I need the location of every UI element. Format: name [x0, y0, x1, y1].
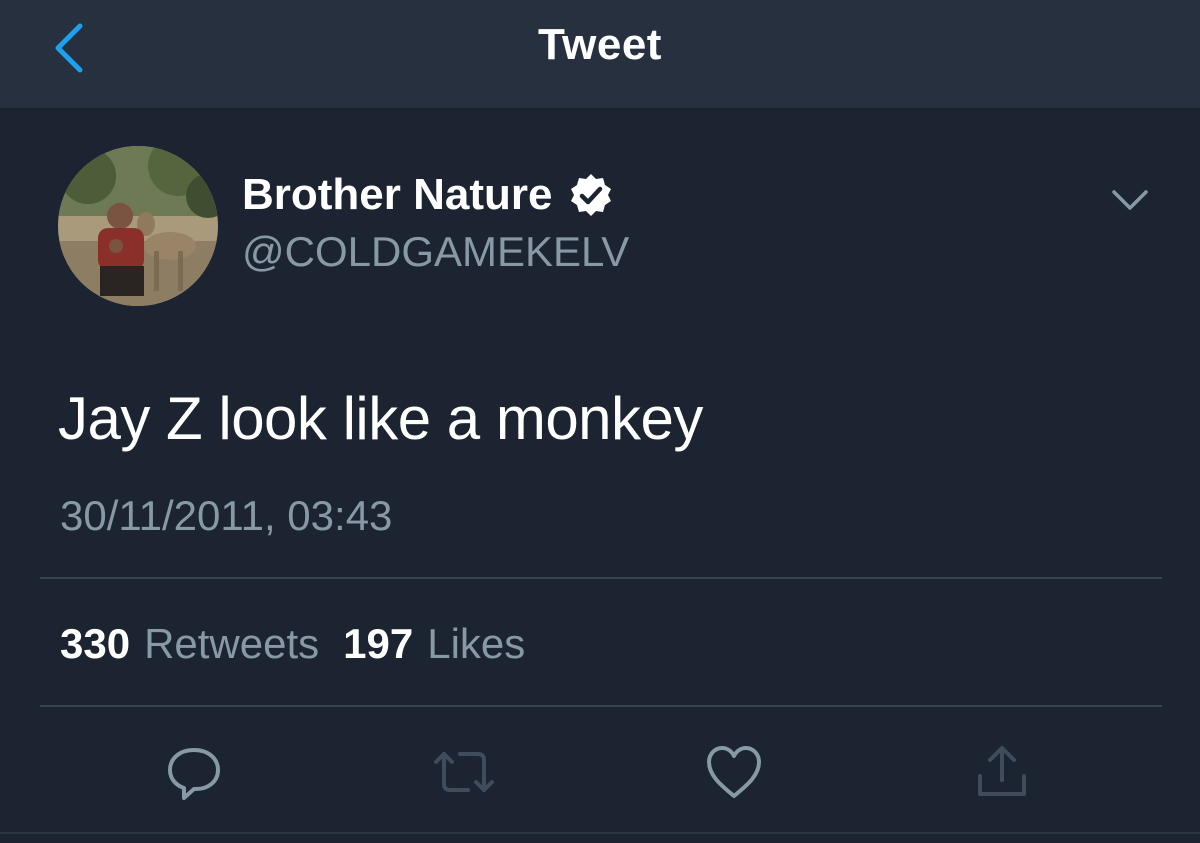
reply-icon: [168, 748, 220, 800]
bottom-divider: [0, 832, 1200, 834]
verified-badge-icon: [570, 174, 611, 216]
retweet-button[interactable]: [432, 740, 496, 804]
navbar-divider: [0, 108, 1200, 110]
navigation-bar: Tweet: [0, 0, 1200, 108]
tweet-options-button[interactable]: [1108, 182, 1152, 218]
likes-label[interactable]: Likes: [427, 620, 525, 668]
author-name-row[interactable]: Brother Nature: [242, 170, 613, 220]
avatar[interactable]: [58, 146, 218, 306]
retweets-count[interactable]: 330: [60, 620, 130, 668]
retweet-icon: [434, 752, 494, 792]
tweet-detail-screen: Tweet Brother Nature @COLDGAMEKELV Jay Z…: [0, 0, 1200, 843]
share-icon: [978, 746, 1026, 796]
heart-icon: [707, 746, 761, 798]
user-handle[interactable]: @COLDGAMEKELV: [242, 228, 629, 276]
like-button[interactable]: [702, 740, 766, 804]
avatar-photo: [58, 146, 218, 306]
reply-button[interactable]: [162, 740, 226, 804]
page-title: Tweet: [538, 20, 662, 69]
tweet-text: Jay Z look like a monkey: [58, 385, 703, 452]
tweet-timestamp[interactable]: 30/11/2011, 03:43: [60, 492, 392, 540]
display-name[interactable]: Brother Nature: [242, 170, 553, 220]
share-button[interactable]: [970, 740, 1034, 804]
chevron-down-icon: [1112, 190, 1148, 210]
retweets-label[interactable]: Retweets: [144, 620, 319, 668]
tweet-stats: 330 Retweets 197 Likes: [60, 620, 549, 668]
divider: [40, 577, 1162, 579]
likes-count[interactable]: 197: [343, 620, 413, 668]
divider: [40, 705, 1162, 707]
